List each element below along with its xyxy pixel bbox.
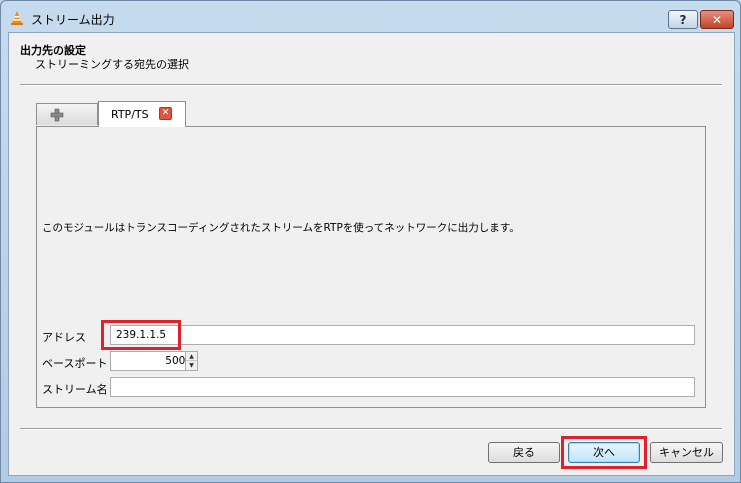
address-label: アドレス (42, 331, 86, 344)
window-title: ストリーム出力 (31, 13, 115, 27)
port-spin-buttons[interactable]: ▲ ▼ (185, 351, 198, 371)
close-icon[interactable]: ✕ (159, 107, 172, 120)
header-divider (20, 84, 722, 86)
vlc-cone-icon (11, 11, 23, 25)
address-field[interactable]: 239.1.1.5 (110, 325, 695, 345)
next-button[interactable]: 次へ (568, 442, 640, 463)
base-port-spinbox[interactable]: 5004 (110, 351, 197, 371)
back-button[interactable]: 戻る (488, 442, 560, 463)
tab-rtp-ts[interactable]: RTP/TS ✕ (98, 101, 186, 127)
add-destination-tab[interactable] (36, 103, 98, 125)
close-button[interactable]: ✕ (700, 10, 734, 29)
wizard-body: 出力先の設定 ストリーミングする宛先の選択 RTP/TS ✕ このモジュールはト… (8, 32, 735, 476)
tab-label: RTP/TS (111, 108, 149, 121)
module-description: このモジュールはトランスコーディングされたストリームをRTPを使ってネットワーク… (42, 222, 520, 234)
spin-up-icon[interactable]: ▲ (186, 352, 197, 361)
plus-icon (50, 108, 64, 122)
rtp-settings-panel: このモジュールはトランスコーディングされたストリームをRTPを使ってネットワーク… (36, 126, 706, 408)
stream-name-field[interactable] (110, 377, 695, 397)
stream-output-window: ストリーム出力 ? ✕ 出力先の設定 ストリーミングする宛先の選択 RTP/TS… (0, 0, 741, 483)
help-button[interactable]: ? (668, 10, 698, 29)
cancel-button[interactable]: キャンセル (650, 442, 723, 463)
spin-down-icon[interactable]: ▼ (186, 361, 197, 370)
stream-name-label: ストリーム名 (42, 383, 108, 396)
page-subtitle: ストリーミングする宛先の選択 (35, 58, 189, 71)
title-bar: ストリーム出力 ? ✕ (1, 1, 740, 31)
base-port-label: ベースポート (42, 357, 108, 370)
footer-divider (20, 428, 722, 430)
